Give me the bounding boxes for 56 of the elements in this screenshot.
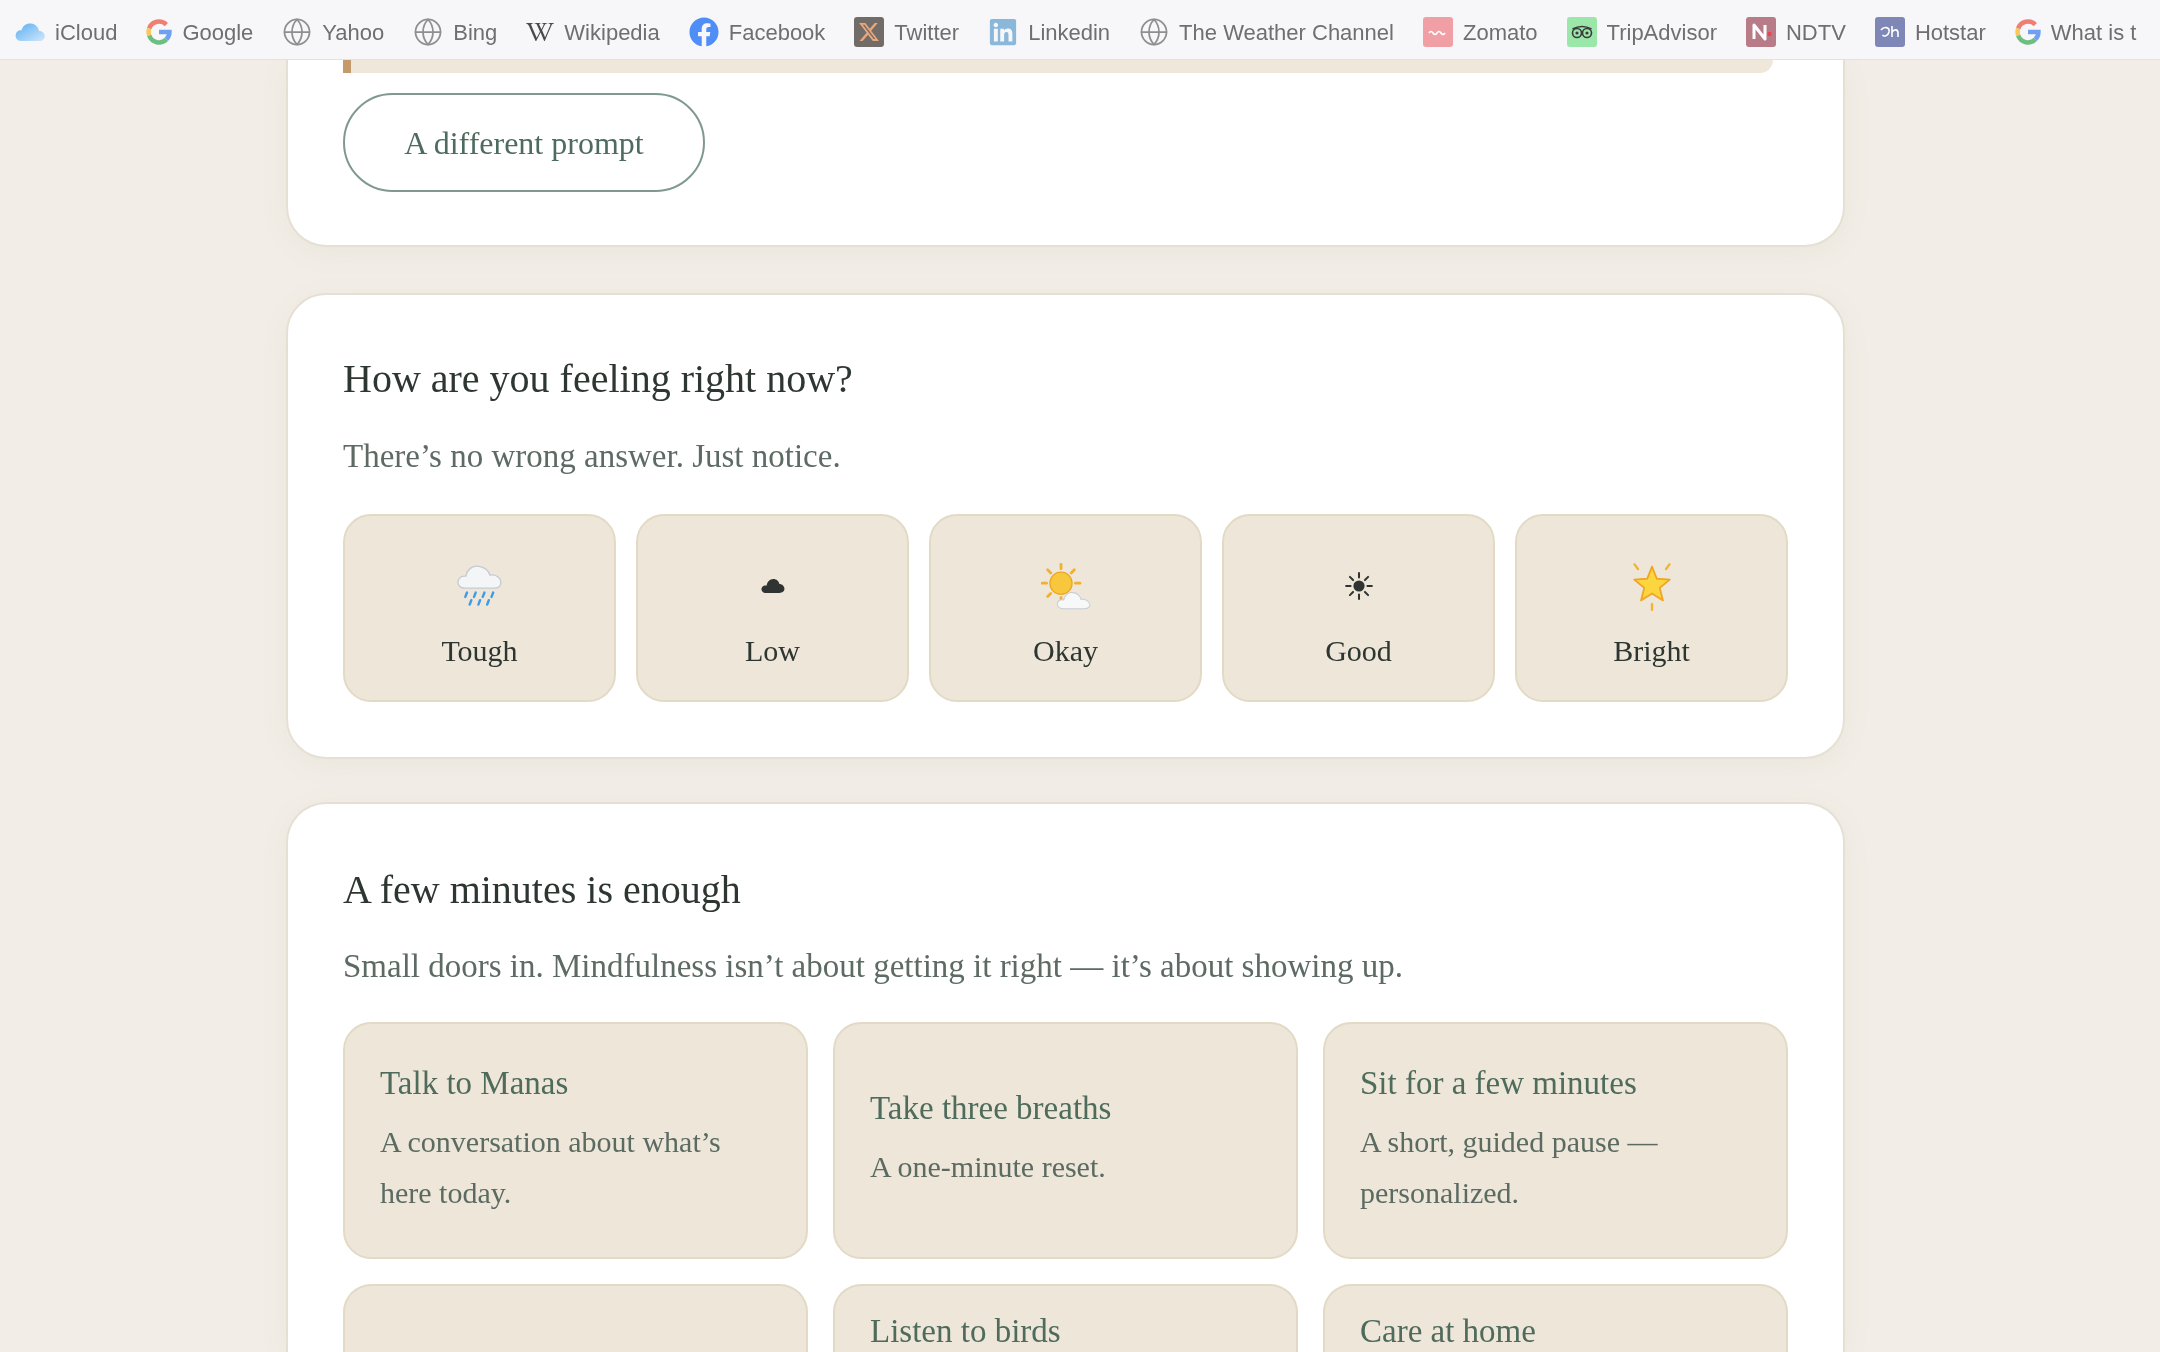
- bookmark-link[interactable]: Wikipedia: [526, 15, 660, 49]
- circle-f-logo-icon: [688, 17, 719, 47]
- tile-logo-icon: [1874, 17, 1905, 47]
- activity-card[interactable]: Care at home: [1323, 1284, 1788, 1352]
- activity-card[interactable]: Talk to Manas A conversation about what’s here today.: [343, 1022, 808, 1259]
- activity-title: Care at home: [1360, 1312, 1537, 1350]
- mood-option[interactable]: Low: [636, 514, 909, 702]
- bookmark-link[interactable]: Yahoo: [282, 15, 385, 49]
- activity-description: A conversation about what’s here today.: [380, 1123, 722, 1211]
- bookmark-link[interactable]: Linkedin: [988, 15, 1111, 49]
- cloud-icon: [760, 578, 785, 594]
- section-subtitle: There’s no wrong answer. Just notice.: [343, 437, 842, 476]
- tile-logo-icon: [1422, 17, 1453, 47]
- activity-title: Sit for a few minutes: [1360, 1063, 1638, 1102]
- bookmark-link[interactable]: Google: [146, 15, 254, 49]
- activity-description: A one-minute reset.: [870, 1149, 1107, 1185]
- bookmark-link[interactable]: TripAdvisor: [1566, 15, 1717, 49]
- tile-logo-icon: [1746, 17, 1776, 47]
- bookmark-link[interactable]: Twitter: [854, 15, 960, 49]
- g-logo-icon: [2014, 19, 2041, 45]
- section-subtitle: Small doors in. Mindfulness isn’t about getting it right — it’s about showing up.: [343, 947, 1404, 986]
- mood-option[interactable]: Bright: [1515, 514, 1788, 702]
- sun-icon: [1344, 572, 1373, 600]
- globe-icon: [1139, 17, 1170, 47]
- bookmark-link[interactable]: The Weather Channel: [1139, 15, 1394, 49]
- activity-title: Take three breaths: [870, 1089, 1113, 1127]
- bookmark-link[interactable]: Facebook: [688, 15, 826, 49]
- section-heading: A few minutes is enough: [343, 866, 742, 914]
- rain-cloud-icon: [456, 564, 503, 608]
- mood-option[interactable]: Tough: [343, 514, 616, 702]
- activity-description: A short, guided pause — personalized.: [1360, 1123, 1659, 1211]
- activity-card[interactable]: Sit for a few minutes A short, guided pause — personalized.: [1323, 1022, 1788, 1259]
- activity-title: Talk to Manas: [380, 1063, 570, 1102]
- cloud-icon: [15, 23, 45, 41]
- activity-title: Listen to birds: [870, 1312, 1062, 1350]
- activity-card[interactable]: Take three breaths A one-minute reset.: [833, 1022, 1298, 1259]
- x-logo-icon: [854, 17, 885, 47]
- bookmark-link[interactable]: iCloud: [15, 15, 118, 49]
- sun-behind-cloud-icon: [1040, 562, 1091, 610]
- mood-option[interactable]: Good: [1222, 514, 1495, 702]
- bookmark-link[interactable]: Bing: [413, 15, 498, 49]
- owl-eyes-icon: [1566, 17, 1597, 47]
- bookmark-link[interactable]: Hotstar: [1874, 15, 1986, 49]
- activity-card[interactable]: [343, 1284, 808, 1352]
- in-logo-icon: [988, 17, 1019, 47]
- mood-option[interactable]: Okay: [929, 514, 1202, 702]
- activity-card[interactable]: Listen to birds: [833, 1284, 1298, 1352]
- g-logo-icon: [146, 19, 173, 45]
- prompt-button[interactable]: A different prompt: [343, 93, 705, 192]
- globe-icon: [282, 17, 313, 47]
- glowing-star-icon: [1631, 561, 1672, 611]
- bookmark-link[interactable]: Zomato: [1422, 15, 1538, 49]
- globe-icon: [413, 17, 444, 47]
- bookmark-link[interactable]: What is t: [2014, 15, 2137, 49]
- section-heading: How are you feeling right now?: [343, 355, 854, 403]
- bookmark-link[interactable]: NDTV: [1746, 15, 1846, 49]
